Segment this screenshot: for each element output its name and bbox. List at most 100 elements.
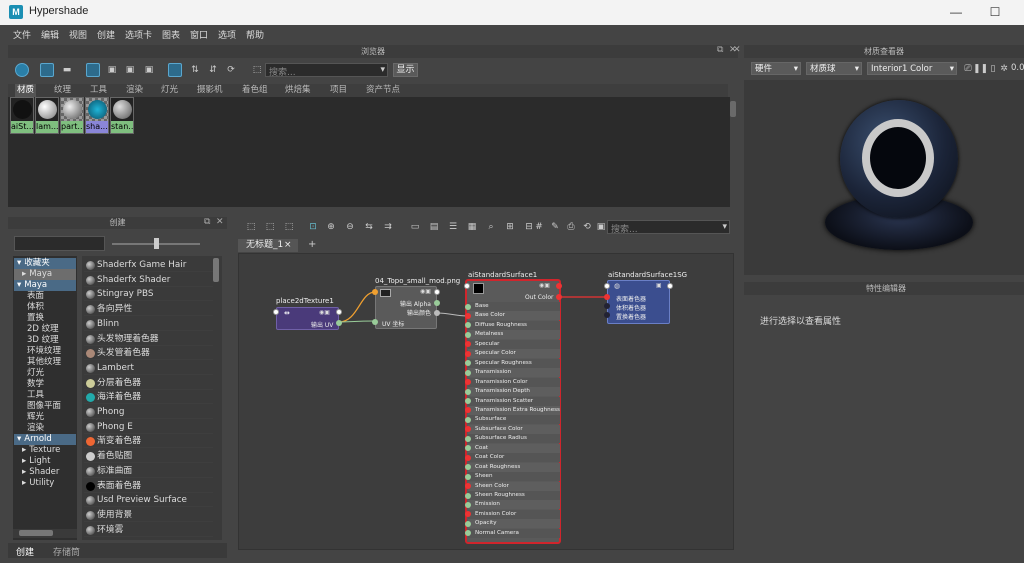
attribute-input-socket[interactable] bbox=[465, 303, 471, 310]
surface-attribute-row[interactable]: Specular Color bbox=[465, 349, 560, 359]
surface-attribute-row[interactable]: Sheen Roughness bbox=[465, 491, 560, 500]
attribute-input-socket[interactable] bbox=[465, 464, 471, 471]
attribute-input-socket[interactable] bbox=[465, 435, 471, 442]
surface-attribute-row[interactable]: Base Color bbox=[465, 311, 560, 321]
surface-attribute-label: Opacity bbox=[475, 520, 497, 527]
surface-attribute-label: Diffuse Roughness bbox=[475, 321, 527, 328]
surface-attribute-row[interactable]: Coat Roughness bbox=[465, 462, 560, 472]
attribute-input-socket[interactable] bbox=[465, 520, 471, 527]
attribute-input-socket[interactable] bbox=[465, 360, 471, 367]
node-mode-icon[interactable]: ◉▣ bbox=[420, 288, 431, 295]
environment-dropdown[interactable]: Interior1 Color ▾ bbox=[867, 62, 957, 75]
attribute-input-socket[interactable] bbox=[465, 492, 471, 499]
sg-node[interactable]: ◍ ▣ 表面着色器 体积着色器 置换着色器 bbox=[607, 280, 670, 324]
place2d-node[interactable]: ⇹ ◉▣ 输出 UV bbox=[276, 307, 339, 330]
surface-attribute-row[interactable]: Transmission Scatter bbox=[465, 396, 560, 406]
material-viewer-header: 材质查看器 bbox=[744, 45, 1024, 58]
attribute-input-socket[interactable] bbox=[465, 388, 471, 395]
out-color-socket[interactable] bbox=[556, 294, 562, 300]
input-socket[interactable] bbox=[273, 309, 279, 315]
surface-attribute-row[interactable]: Sheen bbox=[465, 472, 560, 482]
volume-shader-socket[interactable] bbox=[604, 303, 610, 309]
out-alpha-socket[interactable] bbox=[434, 300, 440, 306]
output-socket[interactable] bbox=[336, 309, 342, 315]
surface-attribute-row[interactable]: Normal Camera bbox=[465, 528, 560, 538]
attribute-input-socket[interactable] bbox=[465, 331, 471, 338]
surface-attribute-row[interactable]: Coat Color bbox=[465, 453, 560, 463]
node-mode-icon[interactable]: ◉▣ bbox=[319, 309, 330, 316]
file-node[interactable]: ◉▣ 输出 Alpha 输出颜色 UV 坐标 bbox=[375, 286, 437, 329]
input-socket[interactable] bbox=[372, 289, 378, 295]
surface-attribute-label: Metalness bbox=[475, 331, 504, 338]
surface-attribute-row[interactable]: Specular Roughness bbox=[465, 358, 560, 368]
surface-attribute-label: Subsurface Radius bbox=[475, 435, 527, 442]
node-mode-icon[interactable]: ▣ bbox=[656, 282, 662, 289]
displacement-shader-socket[interactable] bbox=[604, 312, 610, 318]
surface-attribute-label: Transmission bbox=[475, 369, 512, 376]
node-mode-icon[interactable]: ◉▣ bbox=[539, 282, 550, 289]
output-socket[interactable] bbox=[667, 283, 673, 289]
chevron-down-icon: ▾ bbox=[854, 64, 859, 74]
surface-attribute-row[interactable]: Opacity bbox=[465, 519, 560, 529]
attribute-input-socket[interactable] bbox=[465, 426, 471, 433]
attribute-input-socket[interactable] bbox=[465, 398, 471, 404]
attribute-input-socket[interactable] bbox=[465, 416, 471, 423]
sg-port-volume: 体积着色器 bbox=[616, 305, 647, 312]
attribute-input-socket[interactable] bbox=[465, 530, 471, 537]
close-icon[interactable]: ✕ bbox=[733, 45, 741, 55]
uv-connection bbox=[338, 291, 376, 323]
material-preview[interactable] bbox=[744, 80, 1024, 275]
surface-attribute-row[interactable]: Transmission Color bbox=[465, 377, 560, 387]
surface-attribute-row[interactable]: Subsurface Radius bbox=[465, 434, 560, 444]
surface-attribute-label: Coat bbox=[475, 444, 488, 451]
attribute-input-socket[interactable] bbox=[465, 312, 471, 319]
surface-attribute-label: Coat Color bbox=[475, 454, 505, 461]
surface-attribute-label: Coat Roughness bbox=[475, 463, 521, 470]
surface-attribute-row[interactable]: Sheen Color bbox=[465, 481, 560, 491]
attribute-input-socket[interactable] bbox=[465, 369, 471, 376]
uv-coord-socket[interactable] bbox=[372, 319, 378, 325]
renderer-dropdown[interactable]: 硬件 ▾ bbox=[751, 62, 801, 75]
out-uv-socket[interactable] bbox=[336, 320, 342, 326]
attribute-input-socket[interactable] bbox=[465, 407, 471, 414]
surface-attribute-row[interactable]: Transmission Depth bbox=[465, 387, 560, 397]
output-socket[interactable] bbox=[556, 283, 562, 289]
settings-gear-icon[interactable]: ✲ bbox=[997, 62, 1011, 76]
attribute-input-socket[interactable] bbox=[465, 341, 471, 348]
surface-attribute-row[interactable]: Subsurface bbox=[465, 415, 560, 425]
attribute-input-socket[interactable] bbox=[465, 483, 471, 490]
attribute-input-socket[interactable] bbox=[465, 473, 471, 480]
material-viewer-toolbar: 硬件 ▾ 材质球 ▾ Interior1 Color ▾ ⎚ ❚❚ ▯ ✲ 0.0 bbox=[744, 60, 1024, 78]
attribute-input-socket[interactable] bbox=[465, 454, 471, 461]
surface-attribute-row[interactable]: Subsurface Color bbox=[465, 424, 560, 434]
shape-dropdown[interactable]: 材质球 ▾ bbox=[806, 62, 862, 75]
surface-attribute-label: Transmission Depth bbox=[475, 388, 530, 395]
surface-attribute-row[interactable]: Transmission Extra Roughness bbox=[465, 405, 560, 415]
place2d-icon: ⇹ bbox=[284, 309, 290, 317]
attribute-input-socket[interactable] bbox=[465, 322, 471, 329]
attribute-input-socket[interactable] bbox=[465, 445, 471, 452]
surface-attribute-row[interactable]: Emission bbox=[465, 500, 560, 510]
input-socket[interactable] bbox=[464, 283, 470, 289]
surface-attribute-row[interactable]: Base bbox=[465, 302, 560, 311]
surface-node-title: aiStandardSurface1 bbox=[468, 271, 538, 279]
environment-value: Interior1 Color bbox=[871, 64, 933, 74]
attribute-input-socket[interactable] bbox=[465, 501, 471, 508]
attribute-input-socket[interactable] bbox=[465, 350, 471, 357]
surface-attribute-label: Specular bbox=[475, 340, 500, 347]
surface-attribute-row[interactable]: Transmission bbox=[465, 368, 560, 378]
surface-attribute-row[interactable]: Diffuse Roughness bbox=[465, 320, 560, 330]
surface-attribute-label: Subsurface bbox=[475, 416, 507, 423]
output-socket[interactable] bbox=[434, 289, 440, 295]
input-socket[interactable] bbox=[604, 283, 610, 289]
surface-attribute-row[interactable]: Specular bbox=[465, 339, 560, 349]
attribute-input-socket[interactable] bbox=[465, 511, 471, 518]
surface-attribute-row[interactable]: Coat bbox=[465, 443, 560, 453]
pause-icon[interactable]: ❚❚ bbox=[973, 62, 988, 76]
surface-attribute-label: Emission Color bbox=[475, 510, 517, 517]
attribute-input-socket[interactable] bbox=[465, 379, 471, 386]
surface-attribute-row[interactable]: Metalness bbox=[465, 330, 560, 340]
surface-shader-socket[interactable] bbox=[604, 294, 610, 300]
out-color-socket[interactable] bbox=[434, 310, 440, 316]
surface-attribute-row[interactable]: Emission Color bbox=[465, 509, 560, 519]
